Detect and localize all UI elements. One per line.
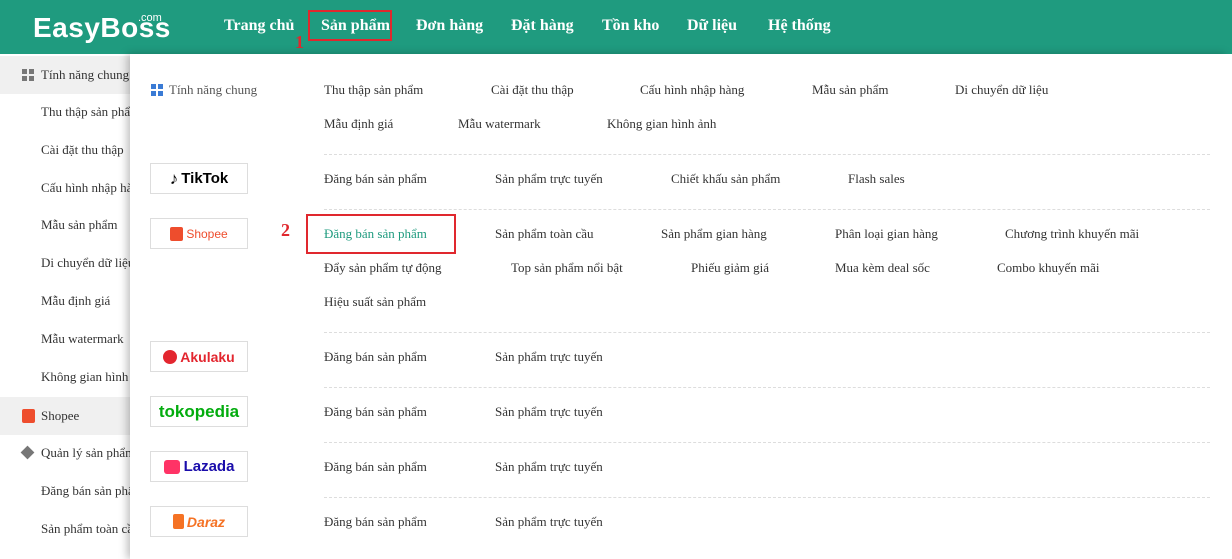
shopee-top-product[interactable]: Top sản phẩm nổi bật	[511, 260, 623, 276]
shopee-global-product[interactable]: Sản phẩm toàn cầu	[495, 226, 594, 242]
menu-link-watermark-template[interactable]: Mẫu watermark	[458, 116, 541, 132]
tiktok-product-discount[interactable]: Chiết khấu sản phẩm	[671, 171, 780, 187]
divider	[324, 497, 1210, 498]
menu-link-collect-settings[interactable]: Cài đặt thu thập	[491, 82, 574, 98]
shopee-add-on-deal[interactable]: Mua kèm deal sốc	[835, 260, 930, 276]
tiktok-logo: ♪ TikTok	[150, 163, 248, 194]
top-nav-bar: EasyBoss .com Trang chủ Sản phẩm Đơn hàn…	[0, 0, 1232, 54]
sidebar-item-collect-settings[interactable]: Cài đặt thu thập	[41, 142, 130, 158]
daraz-online-product[interactable]: Sản phẩm trực tuyến	[495, 514, 603, 530]
lazada-logo-text: Lazada	[183, 458, 235, 475]
page-edge	[1228, 54, 1232, 559]
general-features-label: Tính năng chung	[169, 82, 258, 97]
shopee-combo-promotion[interactable]: Combo khuyến mãi	[997, 260, 1100, 276]
shopee-logo: Shopee	[150, 218, 248, 249]
daraz-logo: Daraz	[150, 506, 248, 537]
sidebar-item-image-space[interactable]: Không gian hình ảnh	[41, 369, 130, 385]
akulaku-logo-text: Akulaku	[180, 348, 235, 365]
brand-logo-suffix: .com	[138, 12, 162, 24]
sidebar-item-product-template[interactable]: Mẫu sản phẩm	[41, 217, 130, 233]
tokopedia-online-product[interactable]: Sản phẩm trực tuyến	[495, 404, 603, 420]
divider	[324, 154, 1210, 155]
akulaku-list-product[interactable]: Đăng bán sản phẩm	[324, 349, 427, 365]
tokopedia-list-product[interactable]: Đăng bán sản phẩm	[324, 404, 427, 420]
shopee-list-product[interactable]: Đăng bán sản phẩm	[324, 226, 427, 242]
sidebar-item-pricing-template[interactable]: Mẫu định giá	[41, 293, 130, 309]
tiktok-online-product[interactable]: Sản phẩm trực tuyến	[495, 171, 603, 187]
nav-purchase[interactable]: Đặt hàng	[511, 17, 574, 35]
products-mega-menu: Tính năng chung Thu thập sản phẩm Cài đặ…	[130, 54, 1228, 559]
box-icon	[20, 445, 35, 460]
lazada-logo: Lazada	[150, 451, 248, 482]
menu-link-pricing-template[interactable]: Mẫu định giá	[324, 116, 393, 132]
shopee-shop-product[interactable]: Sản phẩm gian hàng	[661, 226, 767, 242]
akulaku-circle-icon	[163, 349, 178, 364]
shopee-voucher[interactable]: Phiếu giảm giá	[691, 260, 769, 276]
sidebar-group-general[interactable]: Tính năng chung	[0, 56, 130, 94]
tiktok-note-icon: ♪	[169, 168, 179, 188]
shopee-auto-boost[interactable]: Đẩy sản phẩm tự động	[324, 260, 442, 276]
tokopedia-logo-text: tokopedia	[158, 401, 240, 421]
tiktok-logo-text: TikTok	[181, 170, 229, 187]
nav-orders[interactable]: Đơn hàng	[416, 17, 483, 35]
sidebar-group-label: Tính năng chung	[41, 67, 130, 82]
sidebar-item-list-product[interactable]: Đăng bán sản phẩm	[41, 483, 130, 499]
akulaku-online-product[interactable]: Sản phẩm trực tuyến	[495, 349, 603, 365]
divider	[324, 209, 1210, 210]
divider	[324, 332, 1210, 333]
divider	[324, 442, 1210, 443]
sidebar-group-label: Shopee	[41, 408, 80, 423]
sidebar-item-import-config[interactable]: Cấu hình nhập hàng	[41, 180, 130, 196]
divider	[324, 387, 1210, 388]
nav-data[interactable]: Dữ liệu	[687, 17, 737, 35]
lazada-list-product[interactable]: Đăng bán sản phẩm	[324, 459, 427, 475]
daraz-logo-text: Daraz	[186, 513, 226, 530]
shopee-icon	[22, 409, 35, 423]
shopee-logo-text: Shopee	[186, 226, 228, 241]
nav-active-highlight	[308, 10, 392, 41]
menu-link-product-template[interactable]: Mẫu sản phẩm	[812, 82, 889, 98]
menu-link-import-config[interactable]: Cấu hình nhập hàng	[640, 82, 744, 98]
annotation-marker-1: 1	[295, 32, 304, 52]
sidebar-subgroup-product-management[interactable]: Quản lý sản phẩm	[41, 445, 130, 461]
sidebar-group-shopee[interactable]: Shopee	[0, 397, 130, 435]
sidebar-item-global-product[interactable]: Sản phẩm toàn cầu	[41, 521, 130, 537]
menu-link-data-migration[interactable]: Di chuyển dữ liệu	[955, 82, 1048, 98]
shopee-product-performance[interactable]: Hiệu suất sản phẩm	[324, 294, 426, 310]
sidebar: Tính năng chung Thu thập sản phẩm Cài đặ…	[0, 54, 130, 559]
shopee-promotion[interactable]: Chương trình khuyến mãi	[1005, 226, 1139, 242]
shopee-shop-category[interactable]: Phân loại gian hàng	[835, 226, 938, 242]
sidebar-item-collect[interactable]: Thu thập sản phẩm	[41, 104, 130, 120]
grid-icon	[151, 84, 163, 96]
sidebar-item-data-migration[interactable]: Di chuyển dữ liệu	[41, 255, 130, 271]
nav-home[interactable]: Trang chủ	[224, 17, 294, 35]
nav-system[interactable]: Hệ thống	[768, 17, 831, 35]
sidebar-item-watermark[interactable]: Mẫu watermark	[41, 331, 130, 347]
shopee-bag-icon	[170, 226, 184, 241]
annotation-marker-2: 2	[281, 220, 290, 240]
lazada-online-product[interactable]: Sản phẩm trực tuyến	[495, 459, 603, 475]
lazada-heart-icon	[163, 459, 180, 474]
menu-link-image-space[interactable]: Không gian hình ảnh	[607, 116, 716, 132]
daraz-icon	[172, 514, 184, 529]
tiktok-list-product[interactable]: Đăng bán sản phẩm	[324, 171, 427, 187]
tiktok-flash-sales[interactable]: Flash sales	[848, 171, 905, 187]
menu-link-collect-product[interactable]: Thu thập sản phẩm	[324, 82, 423, 98]
grid-icon	[22, 69, 34, 81]
akulaku-logo: Akulaku	[150, 341, 248, 372]
daraz-list-product[interactable]: Đăng bán sản phẩm	[324, 514, 427, 530]
tokopedia-logo: tokopedia	[150, 396, 248, 427]
nav-inventory[interactable]: Tồn kho	[602, 17, 659, 35]
